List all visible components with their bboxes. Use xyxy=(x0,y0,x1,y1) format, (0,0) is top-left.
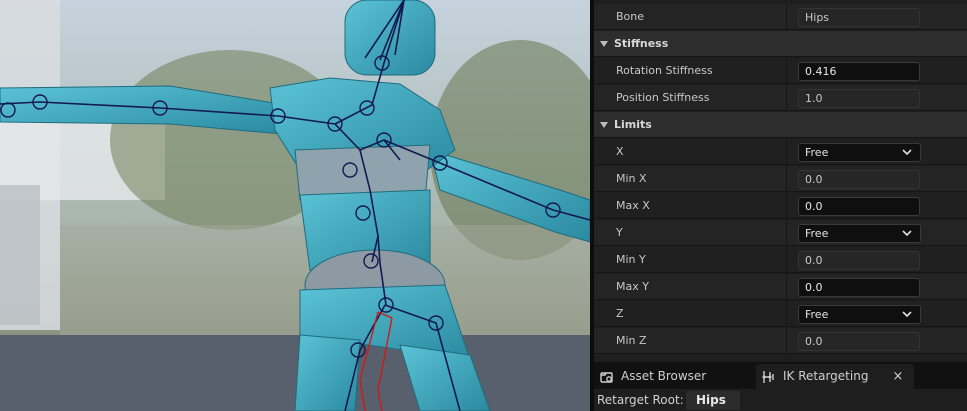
tab-asset-browser[interactable]: Asset Browser xyxy=(594,364,754,389)
asset-browser-icon xyxy=(600,372,613,383)
chevron-down-icon xyxy=(902,311,912,318)
column-divider[interactable] xyxy=(786,58,787,84)
x-dropdown[interactable]: Free xyxy=(798,143,921,162)
y-dropdown[interactable]: Free xyxy=(798,224,921,243)
property-row-y: Y Free xyxy=(594,220,967,246)
dropdown-value: Free xyxy=(805,308,829,321)
property-row-min-y: Min Y 0.0 xyxy=(594,247,967,273)
column-divider[interactable] xyxy=(786,193,787,219)
property-label: Y xyxy=(616,226,623,239)
position-stiffness-field[interactable]: 1.0 xyxy=(798,89,920,108)
chevron-down-icon[interactable] xyxy=(600,122,608,128)
chevron-down-icon xyxy=(902,149,912,156)
property-row-rotation-stiffness: Rotation Stiffness 0.416 xyxy=(594,58,967,84)
rotation-stiffness-field[interactable]: 0.416 xyxy=(798,62,920,81)
min-z-field[interactable]: 0.0 xyxy=(798,332,920,351)
tab-ik-retargeting[interactable]: IK Retargeting xyxy=(756,364,914,389)
property-label: Bone xyxy=(616,10,645,23)
column-divider[interactable] xyxy=(786,220,787,246)
z-dropdown[interactable]: Free xyxy=(798,305,921,324)
column-divider[interactable] xyxy=(786,166,787,192)
property-label: Position Stiffness xyxy=(616,91,710,104)
column-divider[interactable] xyxy=(786,85,787,111)
category-label: Limits xyxy=(614,118,652,131)
property-label: Rotation Stiffness xyxy=(616,64,713,77)
retarget-root-bar: Retarget Root: Hips xyxy=(594,389,967,411)
property-label: Min Z xyxy=(616,334,647,347)
viewport-3d[interactable] xyxy=(0,0,590,411)
retarget-root-value[interactable]: Hips xyxy=(686,391,740,410)
property-row-max-x: Max X 0.0 xyxy=(594,193,967,219)
details-panel: Bone Hips Stiffness Rotation Stiffness 0.416… xyxy=(594,0,967,362)
max-y-field[interactable]: 0.0 xyxy=(798,278,920,297)
column-divider[interactable] xyxy=(786,4,787,30)
min-y-field[interactable]: 0.0 xyxy=(798,251,920,270)
category-limits[interactable]: Limits xyxy=(594,112,967,138)
property-row-max-y: Max Y 0.0 xyxy=(594,274,967,300)
category-stiffness[interactable]: Stiffness xyxy=(594,31,967,57)
property-label: Min X xyxy=(616,172,647,185)
tab-label: Asset Browser xyxy=(621,369,707,383)
chevron-down-icon[interactable] xyxy=(600,41,608,47)
min-x-field[interactable]: 0.0 xyxy=(798,170,920,189)
dropdown-value: Free xyxy=(805,146,829,159)
retarget-root-label: Retarget Root: xyxy=(597,393,684,407)
column-divider[interactable] xyxy=(786,301,787,327)
dropdown-value: Free xyxy=(805,227,829,240)
ik-retargeting-icon xyxy=(762,371,774,383)
property-row-position-stiffness: Position Stiffness 1.0 xyxy=(594,85,967,111)
property-row-min-z: Min Z 0.0 xyxy=(594,328,967,354)
column-divider[interactable] xyxy=(786,139,787,165)
property-label: Max Y xyxy=(616,280,649,293)
property-row-z: Z Free xyxy=(594,301,967,327)
property-label: X xyxy=(616,145,624,158)
property-label: Max X xyxy=(616,199,650,212)
column-divider[interactable] xyxy=(786,328,787,354)
property-label: Min Y xyxy=(616,253,646,266)
mannequin-scene xyxy=(0,0,590,411)
chevron-down-icon xyxy=(902,230,912,237)
close-icon[interactable]: × xyxy=(892,364,904,389)
column-divider[interactable] xyxy=(786,274,787,300)
bone-field[interactable]: Hips xyxy=(798,8,920,27)
tab-bar: Asset Browser IK Retargeting × xyxy=(594,362,967,389)
property-row-x: X Free xyxy=(594,139,967,165)
tab-label: IK Retargeting xyxy=(783,369,869,383)
column-divider[interactable] xyxy=(786,247,787,273)
category-label: Stiffness xyxy=(614,37,669,50)
property-row-min-x: Min X 0.0 xyxy=(594,166,967,192)
property-label: Z xyxy=(616,307,624,320)
max-x-field[interactable]: 0.0 xyxy=(798,197,920,216)
property-row-bone: Bone Hips xyxy=(594,4,967,30)
